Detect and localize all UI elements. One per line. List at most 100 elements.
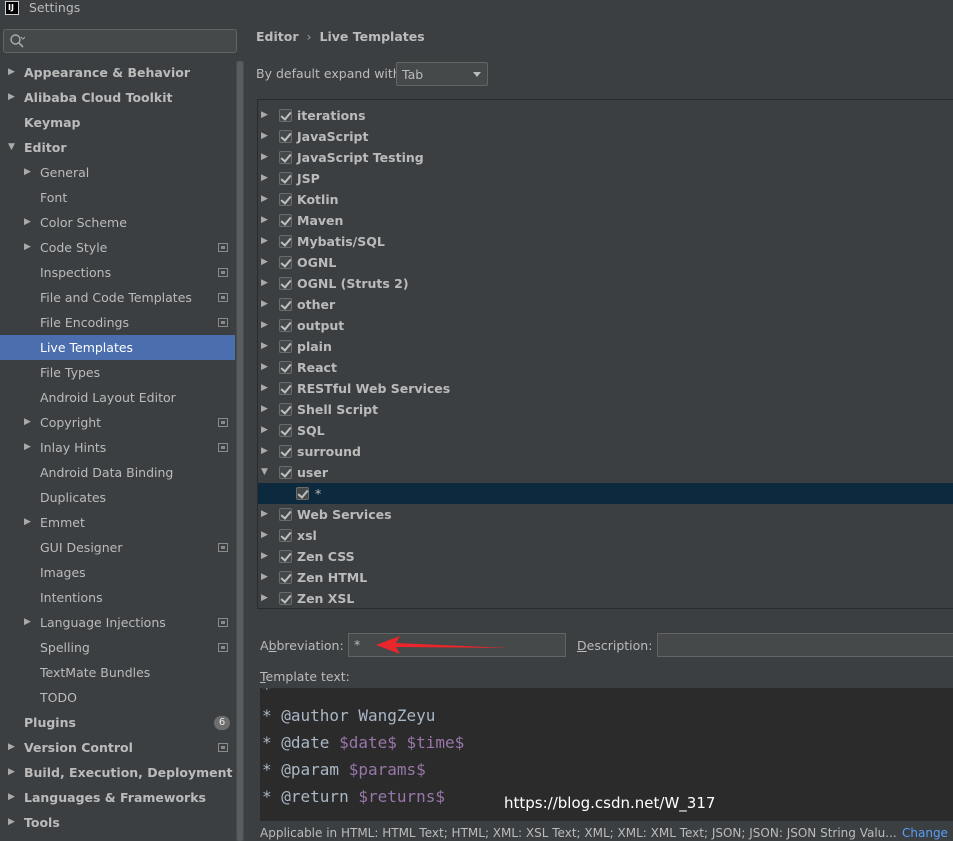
template-group-kotlin[interactable]: ▶ Kotlin (258, 189, 953, 210)
template-group-sql[interactable]: ▶ SQL (258, 420, 953, 441)
sidebar-item-tools[interactable]: ▶ Tools (0, 810, 235, 835)
sidebar-item-language-injections[interactable]: ▶ Language Injections (0, 610, 235, 635)
template-group-react[interactable]: ▶ React (258, 357, 953, 378)
expand-arrow-icon[interactable]: ▶ (261, 231, 268, 252)
checkbox-checked-icon[interactable] (279, 529, 292, 542)
checkbox-checked-icon[interactable] (279, 214, 292, 227)
checkbox-checked-icon[interactable] (279, 319, 292, 332)
checkbox-checked-icon[interactable] (279, 172, 292, 185)
sidebar-item-spelling[interactable]: Spelling (0, 635, 235, 660)
sidebar-item-general[interactable]: ▶ General (0, 160, 235, 185)
collapse-arrow-icon[interactable]: ▼ (261, 462, 268, 483)
settings-search-input[interactable] (3, 29, 237, 53)
expand-arrow-icon[interactable]: ▶ (24, 610, 31, 635)
checkbox-checked-icon[interactable] (279, 550, 292, 563)
checkbox-checked-icon[interactable] (279, 193, 292, 206)
sidebar-item-android-data-binding[interactable]: Android Data Binding (0, 460, 235, 485)
expand-arrow-icon[interactable]: ▶ (24, 235, 31, 260)
change-contexts-link[interactable]: Change ∨ (902, 826, 953, 840)
checkbox-checked-icon[interactable] (279, 424, 292, 437)
sidebar-item-textmate-bundles[interactable]: TextMate Bundles (0, 660, 235, 685)
expand-arrow-icon[interactable]: ▶ (261, 168, 268, 189)
expand-arrow-icon[interactable]: ▶ (261, 357, 268, 378)
checkbox-checked-icon[interactable] (279, 508, 292, 521)
checkbox-checked-icon[interactable] (279, 592, 292, 605)
sidebar-item-live-templates[interactable]: Live Templates (0, 335, 235, 360)
checkbox-checked-icon[interactable] (279, 571, 292, 584)
sidebar-item-inlay-hints[interactable]: ▶ Inlay Hints (0, 435, 235, 460)
expand-arrow-icon[interactable]: ▶ (8, 785, 15, 810)
expand-arrow-icon[interactable]: ▶ (261, 273, 268, 294)
expand-arrow-icon[interactable]: ▶ (261, 504, 268, 525)
template-group-zen-xsl[interactable]: ▶ Zen XSL (258, 588, 953, 608)
checkbox-checked-icon[interactable] (279, 277, 292, 290)
expand-arrow-icon[interactable]: ▶ (261, 105, 268, 126)
sidebar-scrollbar-thumb[interactable] (237, 61, 243, 841)
checkbox-checked-icon[interactable] (279, 130, 292, 143)
expand-arrow-icon[interactable]: ▶ (261, 189, 268, 210)
template-group-surround[interactable]: ▶ surround (258, 441, 953, 462)
template-group-javascript[interactable]: ▶ JavaScript (258, 126, 953, 147)
template-groups-tree[interactable]: ▶ iterations ▶ JavaScript ▶ JavaScript Testin… (257, 99, 953, 609)
expand-arrow-icon[interactable]: ▶ (261, 378, 268, 399)
sidebar-item-android-layout-editor[interactable]: Android Layout Editor (0, 385, 235, 410)
checkbox-checked-icon[interactable] (279, 256, 292, 269)
sidebar-item-todo[interactable]: TODO (0, 685, 235, 710)
sidebar-item-images[interactable]: Images (0, 560, 235, 585)
template-group-ognl[interactable]: ▶ OGNL (258, 252, 953, 273)
sidebar-item-file-encodings[interactable]: File Encodings (0, 310, 235, 335)
sidebar-item-version-control[interactable]: ▶ Version Control (0, 735, 235, 760)
sidebar-item-plugins[interactable]: Plugins 6 (0, 710, 235, 735)
sidebar-item-duplicates[interactable]: Duplicates (0, 485, 235, 510)
sidebar-item-emmet[interactable]: ▶ Emmet (0, 510, 235, 535)
expand-arrow-icon[interactable]: ▶ (8, 810, 15, 835)
template-group-other[interactable]: ▶ other (258, 294, 953, 315)
expand-arrow-icon[interactable]: ▶ (261, 567, 268, 588)
checkbox-checked-icon[interactable] (279, 445, 292, 458)
sidebar-item-inspections[interactable]: Inspections (0, 260, 235, 285)
sidebar-item-alibaba-cloud-toolkit[interactable]: ▶ Alibaba Cloud Toolkit (0, 85, 235, 110)
expand-arrow-icon[interactable]: ▶ (261, 294, 268, 315)
expand-arrow-icon[interactable]: ▶ (261, 588, 268, 608)
expand-arrow-icon[interactable]: ▶ (261, 210, 268, 231)
expand-arrow-icon[interactable]: ▶ (261, 399, 268, 420)
template-group-javascript-testing[interactable]: ▶ JavaScript Testing (258, 147, 953, 168)
sidebar-item-build-execution-deployment[interactable]: ▶ Build, Execution, Deployment (0, 760, 235, 785)
expand-arrow-icon[interactable]: ▶ (8, 85, 15, 110)
expand-arrow-icon[interactable]: ▶ (8, 735, 15, 760)
checkbox-checked-icon[interactable] (279, 151, 292, 164)
expand-arrow-icon[interactable]: ▶ (24, 435, 31, 460)
sidebar-item-color-scheme[interactable]: ▶ Color Scheme (0, 210, 235, 235)
expand-arrow-icon[interactable]: ▶ (24, 410, 31, 435)
expand-arrow-icon[interactable]: ▶ (261, 336, 268, 357)
template-group-shell-script[interactable]: ▶ Shell Script (258, 399, 953, 420)
template-group-mybatis-sql[interactable]: ▶ Mybatis/SQL (258, 231, 953, 252)
sidebar-item-editor[interactable]: ▼ Editor (0, 135, 235, 160)
sidebar-item-gui-designer[interactable]: GUI Designer (0, 535, 235, 560)
template-group-web-services[interactable]: ▶ Web Services (258, 504, 953, 525)
template-group-user[interactable]: ▼ user (258, 462, 953, 483)
template-group-maven[interactable]: ▶ Maven (258, 210, 953, 231)
template-group-restful-web-services[interactable]: ▶ RESTful Web Services (258, 378, 953, 399)
sidebar-item-appearance-behavior[interactable]: ▶ Appearance & Behavior (0, 60, 235, 85)
sidebar-item-font[interactable]: Font (0, 185, 235, 210)
template-group-ognl-struts-2[interactable]: ▶ OGNL (Struts 2) (258, 273, 953, 294)
sidebar-item-file-and-code-templates[interactable]: File and Code Templates (0, 285, 235, 310)
expand-arrow-icon[interactable]: ▶ (261, 147, 268, 168)
checkbox-checked-icon[interactable] (279, 382, 292, 395)
expand-arrow-icon[interactable]: ▶ (261, 126, 268, 147)
sidebar-item-languages-frameworks[interactable]: ▶ Languages & Frameworks (0, 785, 235, 810)
expand-arrow-icon[interactable]: ▶ (8, 760, 15, 785)
sidebar-item-keymap[interactable]: Keymap (0, 110, 235, 135)
checkbox-checked-icon[interactable] (279, 235, 292, 248)
expand-arrow-icon[interactable]: ▶ (261, 420, 268, 441)
expand-arrow-icon[interactable]: ▶ (261, 546, 268, 567)
checkbox-checked-icon[interactable] (279, 298, 292, 311)
expand-arrow-icon[interactable]: ▶ (24, 510, 31, 535)
template-group-xsl[interactable]: ▶ xsl (258, 525, 953, 546)
checkbox-checked-icon[interactable] (296, 487, 309, 500)
checkbox-checked-icon[interactable] (279, 361, 292, 374)
expand-arrow-icon[interactable]: ▶ (261, 441, 268, 462)
checkbox-checked-icon[interactable] (279, 340, 292, 353)
template-item[interactable]: * (258, 483, 953, 504)
